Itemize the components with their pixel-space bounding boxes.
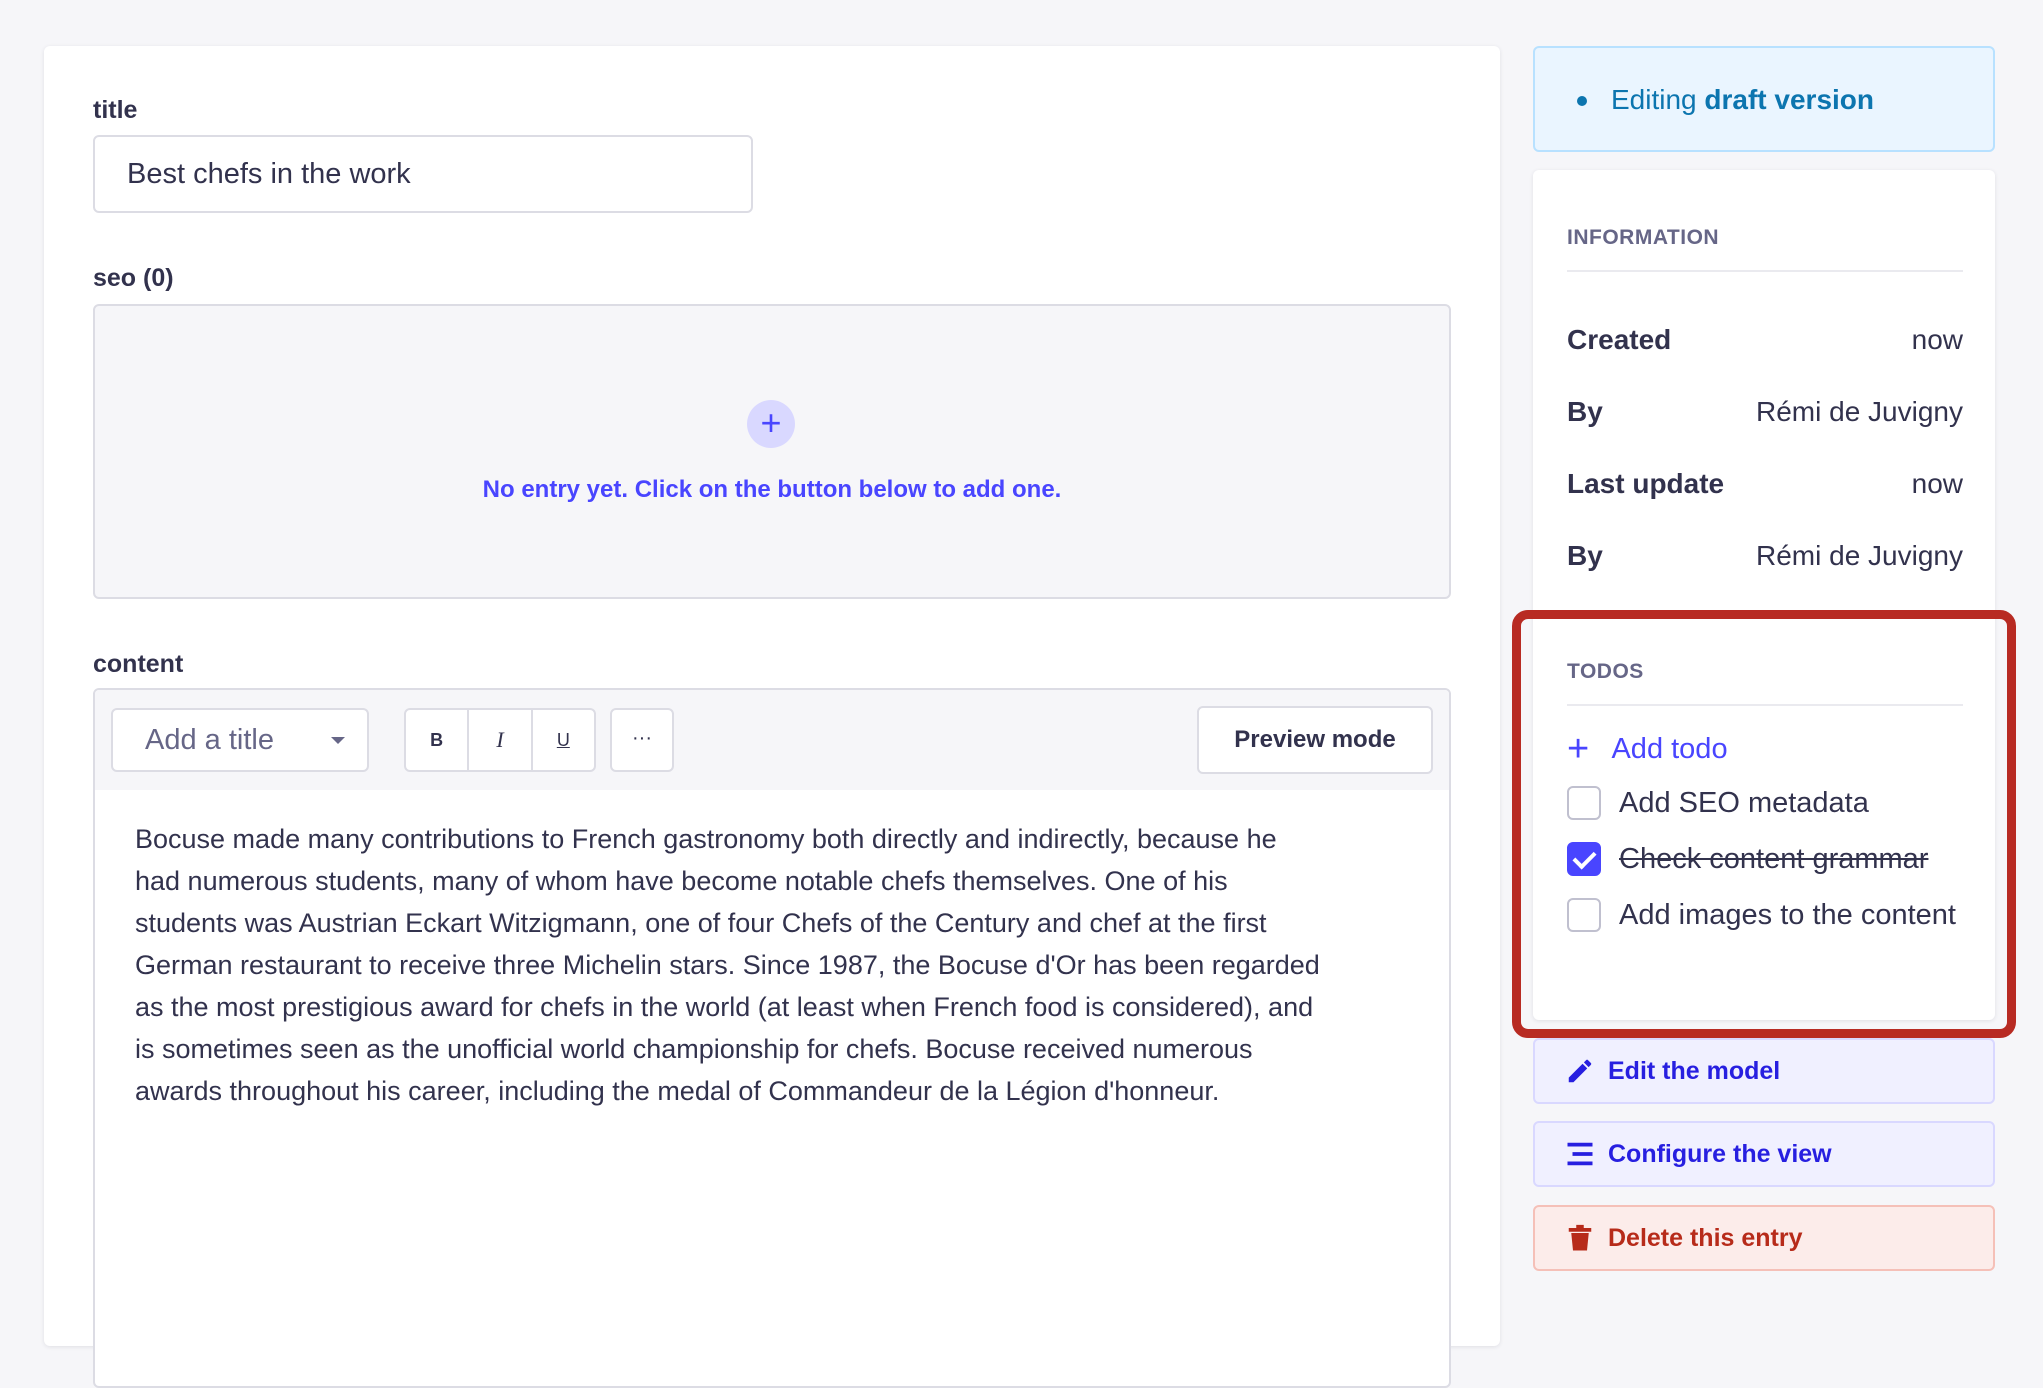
plus-icon[interactable]: + bbox=[747, 400, 795, 448]
info-key: By bbox=[1567, 396, 1603, 427]
draft-status-banner: Editing draft version bbox=[1533, 46, 1995, 152]
title-label: title bbox=[93, 96, 138, 124]
delete-entry-button[interactable]: Delete this entry bbox=[1533, 1205, 1995, 1271]
heading-select[interactable]: Add a title bbox=[111, 708, 369, 772]
content-line: had numerous students, many of whom have… bbox=[135, 866, 1228, 896]
entry-editor-card: title Best chefs in the work seo (0) + N… bbox=[44, 46, 1500, 1388]
configure-view-button[interactable]: Configure the view bbox=[1533, 1121, 1995, 1187]
underline-button[interactable]: U bbox=[533, 710, 594, 770]
status-text: Editing draft version bbox=[1611, 84, 1874, 116]
content-line: as the most prestigious award for chefs … bbox=[135, 992, 1314, 1022]
edit-model-label: Edit the model bbox=[1608, 1057, 1781, 1085]
preview-mode-button[interactable]: Preview mode bbox=[1197, 706, 1433, 774]
info-value: Rémi de Juvigny bbox=[1756, 540, 1963, 571]
info-value: Rémi de Juvigny bbox=[1756, 396, 1963, 427]
info-row-created: Created now bbox=[1567, 324, 1963, 356]
rich-text-editor: Add a title B I U ··· Preview mode Bocus… bbox=[93, 688, 1451, 1388]
status-emphasis: draft version bbox=[1704, 84, 1875, 115]
edit-model-button[interactable]: Edit the model bbox=[1533, 1038, 1995, 1104]
info-value: now bbox=[1911, 468, 1963, 499]
status-prefix: Editing bbox=[1611, 84, 1697, 115]
heading-select-label: Add a title bbox=[145, 724, 274, 756]
seo-label: seo (0) bbox=[93, 264, 174, 292]
layout-lines-icon bbox=[1567, 1142, 1593, 1166]
divider bbox=[1567, 270, 1963, 272]
bold-button[interactable]: B bbox=[406, 710, 470, 770]
delete-entry-label: Delete this entry bbox=[1608, 1224, 1803, 1252]
trash-icon bbox=[1568, 1224, 1592, 1251]
more-options-button[interactable]: ··· bbox=[610, 708, 674, 772]
editor-content[interactable]: Bocuse made many contributions to French… bbox=[135, 818, 1415, 1112]
info-value: now bbox=[1911, 324, 1963, 355]
info-key: Last update bbox=[1567, 468, 1725, 499]
info-key: By bbox=[1567, 540, 1603, 571]
content-line: is sometimes seen as the unofficial worl… bbox=[135, 1034, 1253, 1064]
info-key: Created bbox=[1567, 324, 1672, 355]
info-row-updated-by: By Rémi de Juvigny bbox=[1567, 540, 1963, 572]
pencil-icon bbox=[1568, 1059, 1592, 1083]
status-dot-icon bbox=[1577, 96, 1587, 106]
info-row-last-update: Last update now bbox=[1567, 468, 1963, 500]
information-heading: INFORMATION bbox=[1567, 226, 1720, 249]
editor-toolbar: Add a title B I U ··· Preview mode bbox=[95, 690, 1449, 790]
configure-view-label: Configure the view bbox=[1608, 1140, 1832, 1168]
content-line: Bocuse made many contributions to French… bbox=[135, 824, 1277, 854]
caret-down-icon bbox=[331, 737, 345, 744]
title-input[interactable]: Best chefs in the work bbox=[93, 135, 753, 213]
seo-empty-message: No entry yet. Click on the button below … bbox=[482, 476, 1062, 503]
italic-button[interactable]: I bbox=[469, 710, 533, 770]
text-format-group: B I U bbox=[404, 708, 596, 772]
info-row-created-by: By Rémi de Juvigny bbox=[1567, 396, 1963, 428]
todos-highlight-frame bbox=[1512, 610, 2016, 1038]
content-line: German restaurant to receive three Miche… bbox=[135, 950, 1320, 980]
seo-empty-state[interactable]: + No entry yet. Click on the button belo… bbox=[93, 304, 1451, 599]
content-label: content bbox=[93, 650, 184, 678]
content-line: awards throughout his career, including … bbox=[135, 1076, 1220, 1106]
content-line: students was Austrian Eckart Witzigmann,… bbox=[135, 908, 1267, 938]
